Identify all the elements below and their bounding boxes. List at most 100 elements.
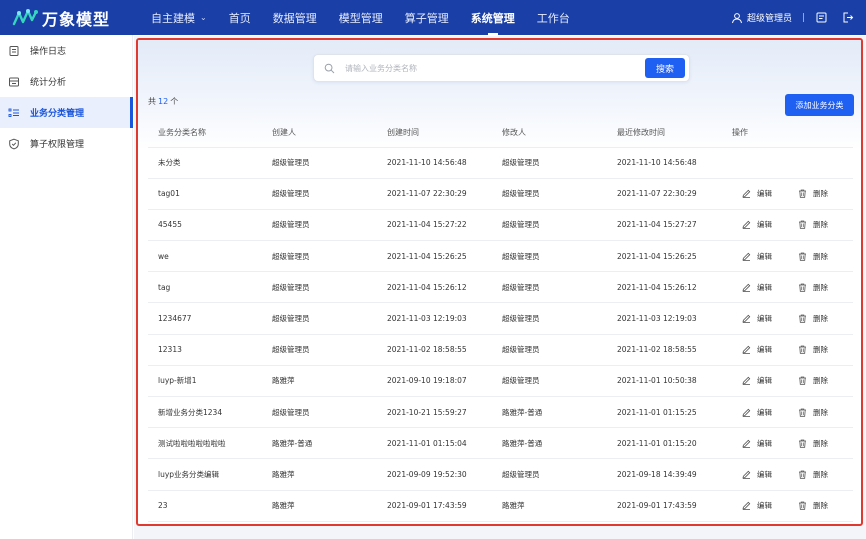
cell-actions: [722, 147, 853, 179]
category-table: 业务分类名称 创建人 创建时间 修改人 最近修改时间 操作 未分类 超级管理员 20…: [148, 119, 853, 522]
table-row: 12313 超级管理员 2021-11-02 18:58:55 超级管理员 2021-1…: [148, 334, 853, 366]
delete-icon: [799, 252, 806, 261]
edit-icon: [742, 345, 751, 355]
delete-button[interactable]: 删除: [798, 313, 828, 324]
row-actions: 编辑 删除: [732, 438, 853, 449]
delete-button[interactable]: 删除: [798, 251, 828, 262]
nav-item-1[interactable]: 首页: [218, 0, 262, 35]
edit-icon: [742, 501, 751, 511]
edit-button[interactable]: 编辑: [742, 407, 772, 418]
delete-icon: [799, 501, 806, 510]
delete-icon: [799, 408, 806, 417]
nav-item-2[interactable]: 数据管理: [262, 0, 328, 35]
nav-item-label: 模型管理: [338, 11, 383, 25]
edit-icon: [742, 283, 751, 292]
delete-button[interactable]: 删除: [798, 219, 828, 230]
edit-button[interactable]: 编辑: [742, 438, 772, 449]
nav-item-4[interactable]: 算子管理: [394, 0, 460, 35]
table-row: tag 超级管理员 2021-11-04 15:26:12 超级管理员 2021-11-…: [148, 271, 853, 304]
nav-item-3[interactable]: 模型管理: [328, 0, 394, 35]
cell-actions: 编辑 删除: [722, 396, 853, 429]
category-panel: 搜索 共12个 添加业务分类 业务分类名称 创建人 创建时间 修改人 最近修改时…: [136, 38, 863, 526]
cell-name: 45455: [148, 209, 262, 242]
row-actions: 编辑 删除: [732, 407, 853, 418]
delete-label: 删除: [813, 501, 828, 511]
cell-created: 2021-09-01 17:43:59: [377, 490, 492, 522]
edit-button[interactable]: 编辑: [742, 469, 772, 480]
delete-button[interactable]: 删除: [798, 407, 828, 418]
delete-button[interactable]: 删除: [798, 438, 828, 449]
cell-modified: 2021-11-04 15:26:25: [607, 240, 722, 273]
delete-button[interactable]: 删除: [798, 282, 828, 293]
edit-button[interactable]: 编辑: [742, 500, 772, 511]
cell-created: 2021-11-07 22:30:29: [377, 178, 492, 210]
cell-name: 1234677: [148, 302, 262, 335]
divider: [803, 13, 804, 22]
cell-actions: 编辑 删除: [722, 302, 853, 335]
cell-modifier: 路雅萍-普通: [492, 427, 607, 460]
message-icon[interactable]: [815, 11, 828, 24]
edit-label: 编辑: [757, 438, 772, 448]
table-row: 测试啦啦啦啦啦啦啦 路雅萍-普通 2021-11-01 01:15:04 路雅萍-普通…: [148, 427, 853, 460]
nav-item-0[interactable]: 自主建模 ⌄: [140, 0, 218, 35]
cell-created: 2021-11-01 01:15:04: [377, 427, 492, 460]
sidebar-item-2[interactable]: 业务分类管理: [0, 97, 133, 128]
edit-button[interactable]: 编辑: [742, 219, 772, 230]
cell-creator: 路雅萍: [262, 458, 377, 491]
delete-label: 删除: [813, 469, 828, 479]
column-header-actions: 操作: [722, 119, 853, 148]
edit-icon: [742, 221, 751, 230]
column-header-name: 业务分类名称: [148, 119, 262, 148]
nav-item-5[interactable]: 系统管理: [460, 0, 526, 35]
edit-button[interactable]: 编辑: [742, 188, 772, 199]
edit-button[interactable]: 编辑: [742, 375, 772, 386]
table-row: 45455 超级管理员 2021-11-04 15:27:22 超级管理员 2021-1…: [148, 209, 853, 242]
row-actions: 编辑 删除: [732, 313, 853, 324]
count-prefix: 共: [148, 97, 156, 106]
edit-label: 编辑: [757, 376, 772, 386]
cell-modifier: 超级管理员: [492, 458, 607, 491]
top-navigation-bar: 万象模型 自主建模 ⌄ 首页 数据管理 模型管理 算子管理 系统管理 工作台 超级管理员: [0, 0, 866, 35]
delete-button[interactable]: 删除: [798, 344, 828, 355]
sidebar-item-0[interactable]: 操作日志: [0, 35, 132, 66]
edit-button[interactable]: 编辑: [742, 313, 772, 324]
row-actions: 编辑 删除: [732, 282, 853, 293]
edit-button[interactable]: 编辑: [742, 282, 772, 293]
cell-name: 12313: [148, 334, 262, 366]
delete-button[interactable]: 删除: [798, 188, 828, 199]
edit-label: 编辑: [757, 189, 772, 199]
nav-item-6[interactable]: 工作台: [526, 0, 581, 35]
delete-icon: [799, 345, 806, 354]
edit-icon: [742, 314, 751, 323]
user-name[interactable]: 超级管理员: [747, 11, 792, 24]
cell-actions: 编辑 删除: [722, 365, 853, 398]
cell-actions: 编辑 删除: [722, 271, 853, 304]
sidebar-item-3[interactable]: 算子权限管理: [0, 128, 132, 159]
table-row: 1234677 超级管理员 2021-11-03 12:19:03 超级管理员 2021…: [148, 302, 853, 335]
delete-button[interactable]: 删除: [798, 375, 828, 386]
search-input[interactable]: [345, 63, 645, 73]
delete-label: 删除: [813, 251, 828, 261]
sidebar-item-1[interactable]: 统计分析: [0, 66, 132, 97]
table-row: we 超级管理员 2021-11-04 15:26:25 超级管理员 2021-11-0…: [148, 240, 853, 273]
logout-icon[interactable]: [841, 11, 854, 24]
sidebar: 操作日志 统计分析 业务分类管理 算子权限管理: [0, 35, 133, 539]
edit-button[interactable]: 编辑: [742, 344, 772, 355]
delete-icon: [799, 221, 806, 230]
edit-button[interactable]: 编辑: [742, 251, 772, 262]
cell-name: 测试啦啦啦啦啦啦啦: [148, 427, 262, 460]
delete-button[interactable]: 删除: [798, 469, 828, 480]
search-button[interactable]: 搜索: [645, 58, 685, 78]
cell-creator: 超级管理员: [262, 334, 377, 366]
app-logo[interactable]: 万象模型: [12, 6, 122, 30]
delete-button[interactable]: 删除: [798, 500, 828, 511]
edit-icon: [742, 190, 751, 199]
cell-modified: 2021-11-07 22:30:29: [607, 178, 722, 210]
table-row: 未分类 超级管理员 2021-11-10 14:56:48 超级管理员 2021-11-…: [148, 147, 853, 179]
edit-label: 编辑: [757, 501, 772, 511]
row-actions: 编辑 删除: [732, 500, 853, 511]
add-category-button[interactable]: 添加业务分类: [785, 94, 854, 116]
cell-actions: 编辑 删除: [722, 178, 853, 210]
cell-modifier: 超级管理员: [492, 365, 607, 398]
cell-modifier: 超级管理员: [492, 240, 607, 273]
